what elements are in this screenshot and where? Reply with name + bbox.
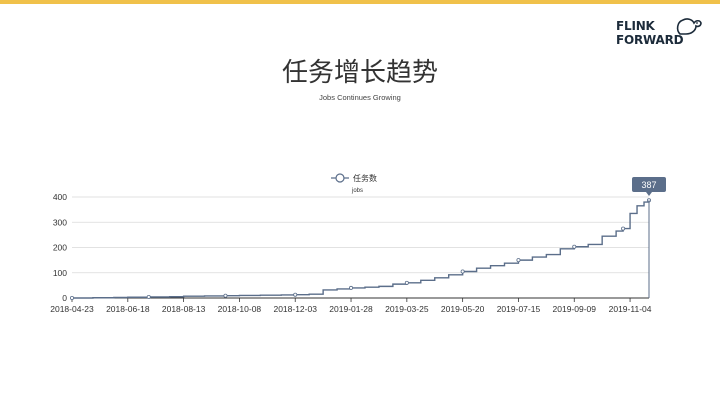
x-tick-label-2018-10-08: 2018-10-08	[218, 304, 262, 314]
data-point	[70, 295, 75, 300]
x-tick-label-2019-07-15: 2019-07-15	[497, 304, 541, 314]
chart-legend: 任务数 jobs	[331, 173, 377, 194]
chart-series	[70, 198, 652, 300]
data-point	[146, 294, 151, 299]
y-tick-label-100: 100	[53, 268, 67, 278]
x-tick-label-2018-06-18: 2018-06-18	[106, 304, 150, 314]
callout-label: 387	[641, 180, 656, 190]
data-point	[460, 269, 465, 274]
y-axis-ticks: 0 100 200 300 400	[53, 192, 67, 303]
y-tick-label-200: 200	[53, 243, 67, 253]
data-point	[572, 244, 577, 249]
chart-grid	[72, 196, 649, 274]
x-tick-label-2019-11-04: 2019-11-04	[609, 304, 652, 314]
y-tick-label-0: 0	[62, 293, 67, 303]
x-axis: 2018-04-23 2018-06-18 2018-08-13 2018-10-08…	[50, 297, 652, 314]
x-tick-label-2019-01-28: 2019-01-28	[329, 304, 373, 314]
legend-label: 任务数	[353, 173, 377, 183]
data-point	[223, 293, 228, 298]
x-tick-label-2018-12-03: 2018-12-03	[273, 304, 317, 314]
value-callout: 387	[632, 177, 666, 196]
data-point	[404, 280, 409, 285]
data-point	[349, 285, 354, 290]
x-tick-label-2019-03-25: 2019-03-25	[385, 304, 429, 314]
y-axis-label: jobs	[351, 188, 363, 194]
callout-pointer	[646, 192, 652, 196]
x-tick-label-2019-05-20: 2019-05-20	[441, 304, 485, 314]
legend-marker	[335, 173, 345, 183]
series-line	[72, 200, 650, 299]
data-point	[516, 258, 521, 263]
data-point	[293, 292, 298, 297]
data-point	[621, 226, 626, 231]
y-tick-label-300: 300	[53, 217, 67, 227]
x-tick-label-2019-09-09: 2019-09-09	[553, 304, 597, 314]
x-tick-label-2018-04-23: 2018-04-23	[50, 304, 94, 314]
jobs-line-chart: 0100200300400 2018-04-23 2018-06-18 2018-0…	[50, 173, 666, 314]
x-tick-label-2018-08-13: 2018-08-13	[162, 304, 206, 314]
y-tick-label-400: 400	[53, 192, 67, 202]
